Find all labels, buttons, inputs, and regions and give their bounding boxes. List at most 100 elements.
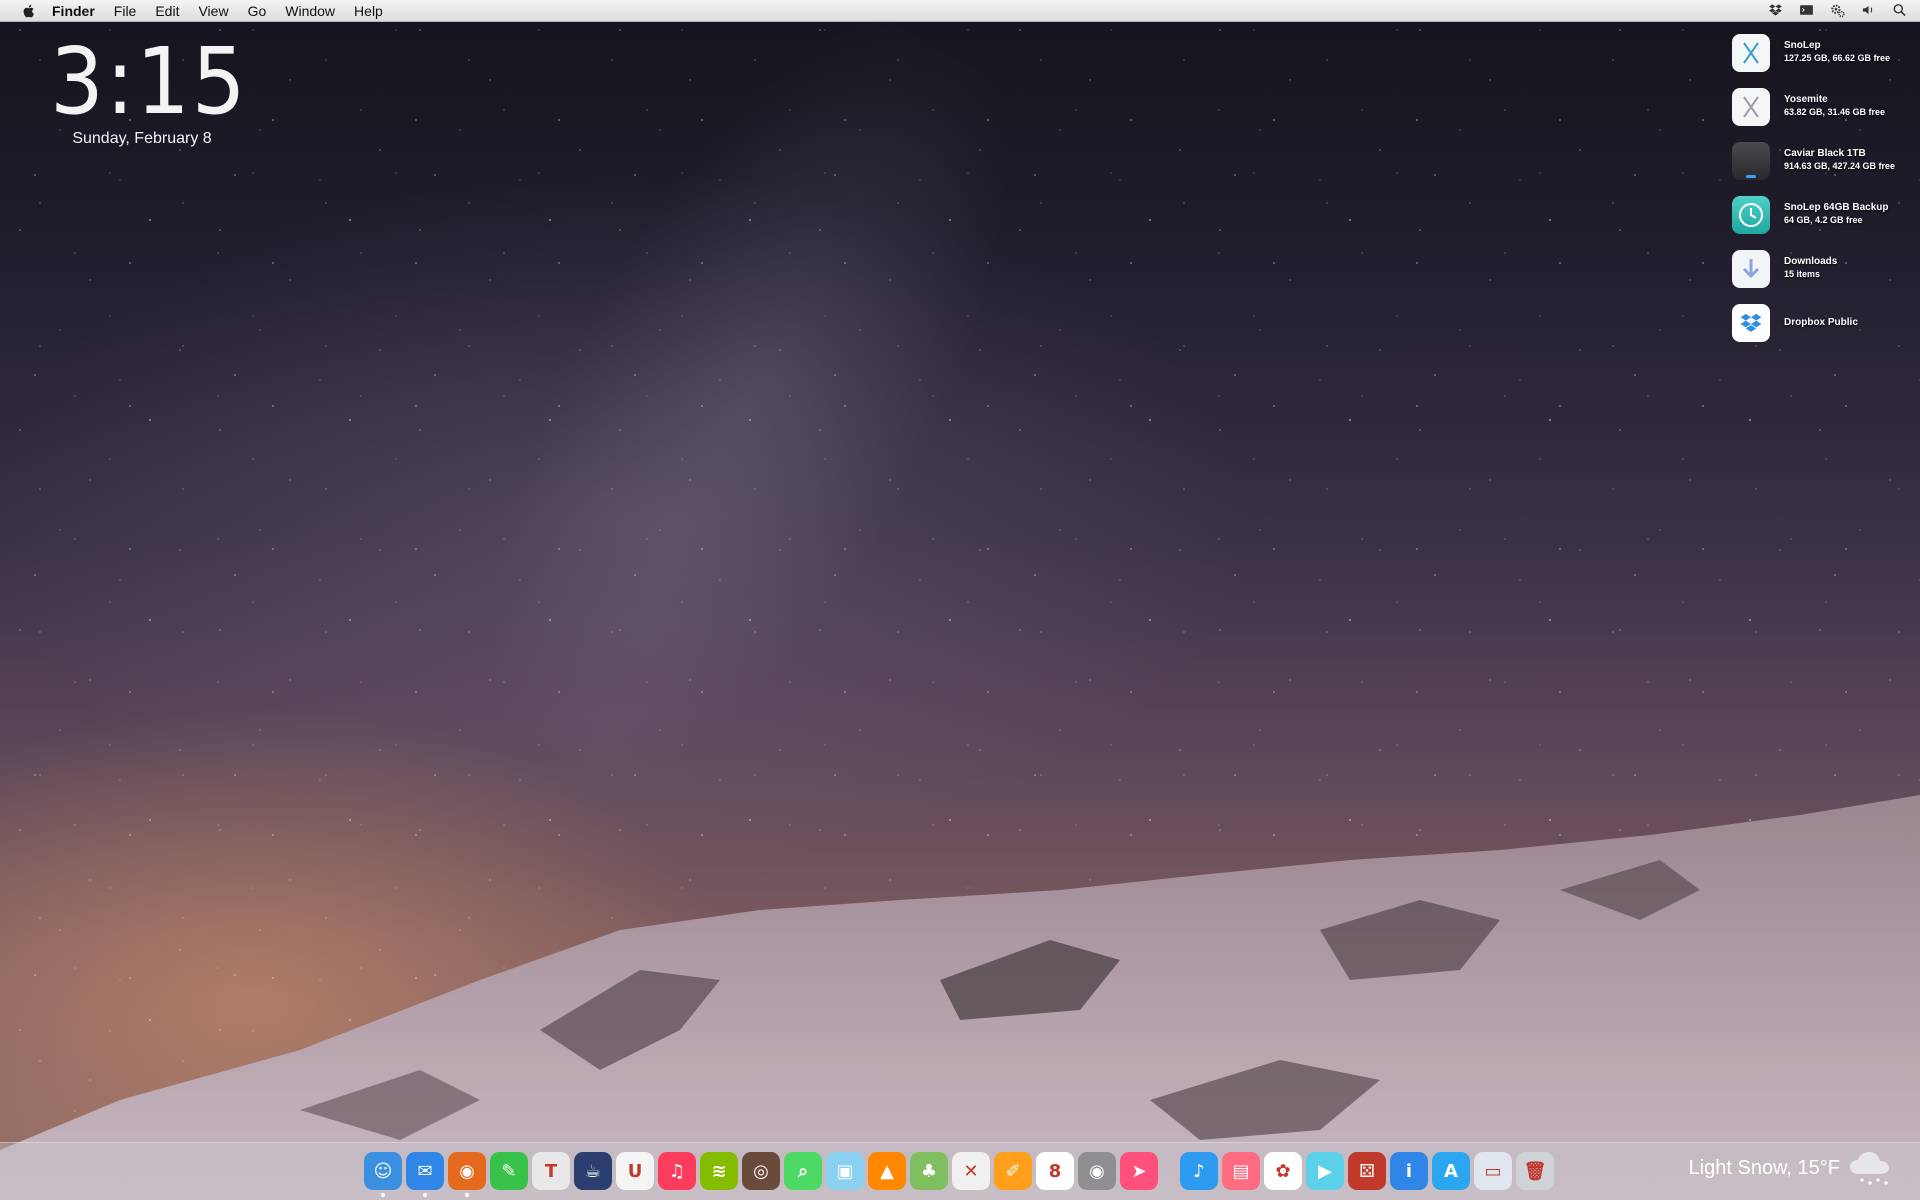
magnet-icon[interactable]: U — [616, 1152, 654, 1190]
desktop-item-name: Yosemite — [1784, 94, 1828, 105]
mail-icon[interactable]: ✉ — [406, 1152, 444, 1197]
vlc-icon[interactable]: ▲ — [868, 1152, 906, 1190]
caffeine-icon[interactable]: ☕ — [574, 1152, 612, 1190]
dock-app-glyph: 🗑 — [1523, 1160, 1547, 1182]
music-icon[interactable]: ♫ — [658, 1152, 696, 1190]
desktop-icons: SnoLep 127.25 GB, 66.62 GB free Yosemite… — [1732, 34, 1920, 358]
dock-app-glyph: ♣ — [920, 1160, 938, 1182]
desktop-item-dropbox-public[interactable]: Dropbox Public — [1732, 304, 1920, 358]
app-store-icon[interactable]: A — [1432, 1152, 1470, 1190]
weather-text: Light Snow, 15°F — [1688, 1156, 1840, 1179]
gears-icon[interactable] — [1829, 2, 1846, 18]
photos-icon[interactable]: ✿ — [1264, 1152, 1302, 1190]
dock-app-glyph: ✉ — [417, 1160, 433, 1182]
preview-icon[interactable]: ▣ — [826, 1152, 864, 1190]
dock-app-glyph: ⚄ — [1359, 1160, 1375, 1182]
dock-app-glyph: ➤ — [1131, 1160, 1147, 1182]
firefox-icon[interactable]: ◉ — [448, 1152, 486, 1197]
pages-icon[interactable]: ✐ — [994, 1152, 1032, 1190]
spotify-icon[interactable]: ≋ — [700, 1152, 738, 1190]
running-indicator — [381, 1193, 385, 1197]
desktop-item-snolep-backup[interactable]: SnoLep 64GB Backup 64 GB, 4.2 GB free — [1732, 196, 1920, 250]
dock-app-glyph: ◉ — [1089, 1160, 1105, 1182]
clock-date: Sunday, February 8 — [72, 130, 212, 147]
dock-app-glyph: T — [544, 1160, 558, 1182]
info-icon[interactable]: i — [1390, 1152, 1428, 1190]
clapper-icon[interactable]: ▶ — [1306, 1152, 1344, 1190]
apple-logo-icon[interactable] — [20, 3, 38, 19]
dock-app-glyph: ⌕ — [797, 1160, 809, 1182]
headphones-icon[interactable]: ♪ — [1180, 1152, 1218, 1190]
x-tool-icon[interactable]: ✕ — [952, 1152, 990, 1190]
running-indicator — [465, 1193, 469, 1197]
dock-app-glyph: ≋ — [711, 1160, 727, 1182]
desktop-item-name: SnoLep — [1784, 40, 1821, 51]
desktop-item-name: Dropbox Public — [1784, 317, 1858, 328]
menu-go[interactable]: Go — [248, 3, 267, 19]
dice-icon[interactable]: ⚄ — [1348, 1152, 1386, 1190]
external-drive-icon — [1732, 142, 1770, 180]
menu-file[interactable]: File — [114, 3, 137, 19]
menu-app-finder[interactable]: Finder — [52, 3, 95, 19]
desktop-item-yosemite[interactable]: Yosemite 63.82 GB, 31.46 GB free — [1732, 88, 1920, 142]
dock-app-glyph: ☕ — [584, 1160, 602, 1182]
dock-app-glyph: ♫ — [668, 1160, 686, 1182]
desktop-item-detail: 64 GB, 4.2 GB free — [1784, 215, 1863, 225]
dropbox-folder-icon — [1732, 304, 1770, 342]
dock-app-glyph: ▭ — [1484, 1160, 1502, 1182]
dock-app-glyph: ◉ — [459, 1160, 475, 1182]
calendar-icon[interactable]: 8 — [1036, 1152, 1074, 1190]
dock-app-glyph: ✎ — [501, 1160, 517, 1182]
desktop-item-snolep[interactable]: SnoLep 127.25 GB, 66.62 GB free — [1732, 34, 1920, 88]
airmail-icon[interactable]: ➤ — [1120, 1152, 1158, 1190]
game-icon[interactable]: ♣ — [910, 1152, 948, 1190]
desktop-item-detail: 127.25 GB, 66.62 GB free — [1784, 53, 1891, 63]
volume-icon[interactable] — [1860, 2, 1877, 18]
terminal-icon[interactable] — [1798, 2, 1815, 18]
dock-app-glyph: ✿ — [1275, 1160, 1291, 1182]
messages-icon[interactable]: ✎ — [490, 1152, 528, 1190]
dropbox-icon[interactable] — [1767, 2, 1784, 18]
camera-lens-icon[interactable]: ◎ — [742, 1152, 780, 1190]
menu-window[interactable]: Window — [285, 3, 335, 19]
osx-x-drive-icon — [1732, 34, 1770, 72]
trash-icon[interactable]: 🗑 — [1516, 1152, 1554, 1190]
menu-extras — [1767, 2, 1908, 18]
window-preview-icon[interactable]: ▭ — [1474, 1152, 1512, 1190]
menu-view[interactable]: View — [198, 3, 228, 19]
clock-time: 3:15 — [50, 28, 248, 135]
desktop-item-name: SnoLep 64GB Backup — [1784, 202, 1889, 213]
dock-app-glyph: ▲ — [880, 1160, 894, 1182]
running-indicator — [423, 1193, 427, 1197]
weather-widget[interactable]: Light Snow, 15°F — [1689, 1148, 1900, 1188]
dock-app-glyph: ☺ — [373, 1160, 393, 1182]
menu-edit[interactable]: Edit — [155, 3, 179, 19]
text-tool-icon[interactable]: T — [532, 1152, 570, 1190]
notes-pink-icon[interactable]: ▤ — [1222, 1152, 1260, 1190]
dock-app-glyph: ◎ — [753, 1160, 769, 1182]
dock-apps: ☺ ✉ ◉ ✎ T ☕ U ♫ ≋ ◎ ⌕ ▣ ▲ ♣ ✕ ✐ 8 ◉ ➤ ♪ ▤ ✿ ▶ ⚄ i A ▭ 🗑 — [364, 1152, 1558, 1197]
desktop-item-name: Caviar Black 1TB — [1784, 148, 1866, 159]
dock-app-glyph: ▣ — [836, 1160, 854, 1182]
desktop-item-detail: 914.63 GB, 427.24 GB free — [1784, 161, 1896, 171]
dock-app-glyph: i — [1405, 1160, 1413, 1182]
time-machine-icon — [1732, 196, 1770, 234]
camera-icon[interactable]: ◉ — [1078, 1152, 1116, 1190]
dock-app-glyph: 8 — [1048, 1160, 1062, 1182]
dock-app-glyph: ✐ — [1005, 1160, 1021, 1182]
desktop-item-detail: 63.82 GB, 31.46 GB free — [1784, 107, 1886, 117]
clock-widget: 3:15 Sunday, February 8 — [42, 28, 248, 148]
search-magnifier-icon[interactable]: ⌕ — [784, 1152, 822, 1190]
menu-help[interactable]: Help — [354, 3, 383, 19]
dock-app-glyph: ♪ — [1193, 1160, 1205, 1182]
osx-x-drive-icon — [1732, 88, 1770, 126]
wallpaper-mountain — [0, 795, 1920, 1200]
downloads-folder-icon — [1732, 250, 1770, 288]
dock-app-glyph: U — [627, 1160, 643, 1182]
finder-icon[interactable]: ☺ — [364, 1152, 402, 1197]
dock-app-glyph: ▤ — [1232, 1160, 1250, 1182]
desktop-item-downloads[interactable]: Downloads 15 items — [1732, 250, 1920, 304]
desktop-item-detail: 15 items — [1784, 269, 1821, 279]
spotlight-search-icon[interactable] — [1891, 2, 1908, 18]
desktop-item-caviar-black[interactable]: Caviar Black 1TB 914.63 GB, 427.24 GB fr… — [1732, 142, 1920, 196]
